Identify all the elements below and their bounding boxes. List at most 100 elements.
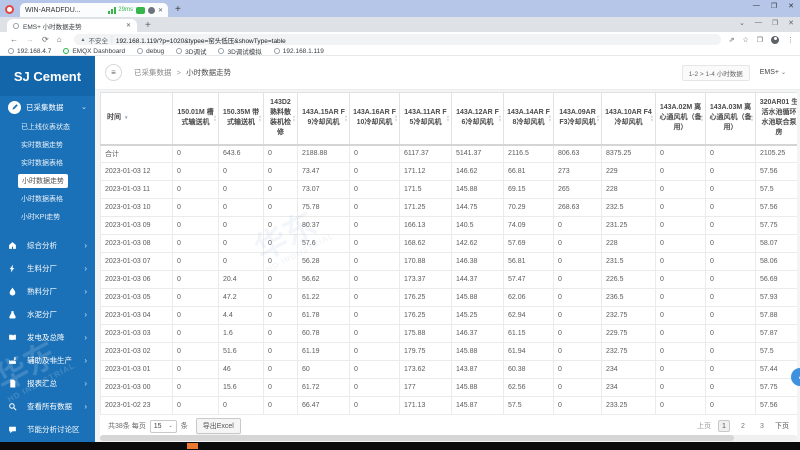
forward-icon[interactable] xyxy=(26,35,34,44)
browser-minimize-icon[interactable] xyxy=(755,19,762,27)
share-icon[interactable] xyxy=(729,36,735,44)
app-select-dropdown[interactable]: EMS+ xyxy=(760,69,786,76)
bookmark-item[interactable]: EMQX Dashboard xyxy=(63,48,125,55)
breadcrumb-parent[interactable]: 已采集数据 xyxy=(134,68,172,77)
sidebar-subitem-小时数据走势[interactable]: 小时数据走势 xyxy=(0,172,95,190)
tab-close-icon[interactable] xyxy=(126,22,131,29)
column-header[interactable]: 143A.09AR F3冷却风机 xyxy=(553,92,602,146)
sidebar-item-查看所有数据[interactable]: 查看所有数据 › xyxy=(0,395,95,418)
table-row[interactable]: 2023-01-03 11 0 0 0 73.07 0 171.5 145.88 69.15 26… xyxy=(100,180,797,199)
sidebar-item-节能分析讨论区[interactable]: 节能分析讨论区 xyxy=(0,418,95,441)
sidebar-subitem-实时数据走势[interactable]: 实时数据走势 xyxy=(0,136,95,154)
new-session-button[interactable]: + xyxy=(175,4,181,15)
sidebar-subitem-已上线仪表状态[interactable]: 已上线仪表状态 xyxy=(0,118,95,136)
sidebar-subitem-小时数据表格[interactable]: 小时数据表格 xyxy=(0,190,95,208)
table-row[interactable]: 2023-01-03 00 0 15.6 0 61.72 0 177 145.88 62.56 0… xyxy=(100,378,797,397)
os-taskbar[interactable] xyxy=(0,442,800,450)
column-header[interactable]: 150.01M 槽式输送机 xyxy=(172,92,219,146)
bookmark-item[interactable]: 3D调试模拟 xyxy=(218,46,262,56)
bookmark-item[interactable]: 3D调试 xyxy=(176,46,206,56)
window-minimize-icon[interactable] xyxy=(753,2,760,10)
column-header[interactable]: 143A.15AR F9冷却风机 xyxy=(297,92,350,146)
sort-icon[interactable] xyxy=(344,115,348,122)
browser-tab[interactable]: EMS+ 小时数据走势 xyxy=(7,19,137,32)
bookmark-item[interactable]: 192.168.4.7 xyxy=(8,48,51,55)
side-panel-icon[interactable] xyxy=(757,36,763,44)
table-row[interactable]: 2023-01-03 08 0 0 0 57.6 0 168.62 142.62 57.69 0 2… xyxy=(100,234,797,253)
table-row[interactable]: 2023-01-03 09 0 0 0 80.37 0 166.13 140.5 74.09 0 2… xyxy=(100,216,797,235)
page-size-select[interactable]: 15 xyxy=(149,419,177,433)
sidebar-item-综合分析[interactable]: 综合分析 › xyxy=(0,234,95,257)
table-row[interactable]: 2023-01-03 01 0 46 0 60 0 173.62 143.87 60.38 0 23… xyxy=(100,360,797,379)
sidebar-item-发电及总降[interactable]: 发电及总降 › xyxy=(0,326,95,349)
pagination-page-3[interactable]: 3 xyxy=(756,420,768,432)
table-row[interactable]: 2023-01-03 03 0 1.6 0 60.78 0 175.88 146.37 61.1… xyxy=(100,324,797,343)
sort-icon[interactable] xyxy=(650,115,654,122)
taskbar-app-icon[interactable] xyxy=(187,443,198,449)
sort-icon[interactable] xyxy=(446,115,450,122)
column-header[interactable]: 143A.10AR F4冷却风机 xyxy=(601,92,656,146)
pagination-page-2[interactable]: 2 xyxy=(737,420,749,432)
sidebar-item-collected-data[interactable]: 已采集数据 xyxy=(0,96,95,118)
column-header[interactable]: 143A.02M 离心通风机（备用） xyxy=(655,92,706,146)
table-row[interactable]: 2023-01-03 04 0 4.4 0 61.78 0 176.25 145.25 62.9… xyxy=(100,306,797,325)
sort-icon[interactable] xyxy=(292,115,296,122)
horizontal-scrollbar[interactable] xyxy=(100,435,797,441)
profile-avatar[interactable] xyxy=(771,35,779,44)
sidebar-item-水泥分厂[interactable]: 水泥分厂 › xyxy=(0,303,95,326)
address-bar[interactable]: 不安全 | 192.168.1.119/?p=1020&typee=窑头低压&s… xyxy=(73,34,721,45)
bookmark-item[interactable]: debug xyxy=(137,48,164,55)
home-icon[interactable] xyxy=(57,35,62,44)
column-header[interactable]: 143D2 熟料散装机检修 xyxy=(263,92,298,146)
sort-icon[interactable] xyxy=(596,115,600,122)
window-close-icon[interactable] xyxy=(788,2,794,10)
pagination-next-button[interactable]: 下页 xyxy=(775,421,789,431)
pagination-page-1[interactable]: 1 xyxy=(718,420,730,432)
remote-session-tab[interactable]: WIN-ARADFDU... 29ms xyxy=(20,3,168,17)
reload-icon[interactable] xyxy=(42,35,49,44)
column-header[interactable]: 143A.14AR F8冷却风机 xyxy=(503,92,554,146)
sidebar-item-报表汇总[interactable]: 报表汇总 › xyxy=(0,372,95,395)
column-header[interactable]: 150.35M 带式输送机 xyxy=(218,92,264,146)
sort-icon[interactable] xyxy=(213,115,217,122)
back-icon[interactable] xyxy=(10,35,18,44)
sidebar-subitem-实时数据表格[interactable]: 实时数据表格 xyxy=(0,154,95,172)
sort-icon[interactable] xyxy=(498,115,502,122)
sort-icon[interactable] xyxy=(258,115,262,122)
bookmark-star-icon[interactable] xyxy=(742,36,748,44)
sort-icon[interactable] xyxy=(548,115,552,122)
browser-maximize-icon[interactable] xyxy=(772,19,778,27)
browser-close-icon[interactable] xyxy=(788,19,794,27)
new-tab-button[interactable]: + xyxy=(145,20,151,31)
sidebar-item-熟料分厂[interactable]: 熟料分厂 › xyxy=(0,280,95,303)
sidebar-subitem-小时KPI走势[interactable]: 小时KPI走势 xyxy=(0,208,95,226)
close-session-icon[interactable] xyxy=(158,7,163,14)
column-header[interactable]: 143A.12AR F6冷却风机 xyxy=(451,92,504,146)
browser-menu-icon[interactable] xyxy=(787,36,794,44)
column-header[interactable]: 143A.03M 离心通风机（备用） xyxy=(705,92,756,146)
pagination-prev-button[interactable]: 上页 xyxy=(697,421,711,431)
sort-icon[interactable] xyxy=(750,115,754,122)
table-row[interactable]: 2023-01-03 05 0 47.2 0 61.22 0 176.25 145.88 62.… xyxy=(100,288,797,307)
scrollbar-thumb[interactable] xyxy=(100,435,735,441)
export-excel-button[interactable]: 导出Excel xyxy=(195,418,241,434)
table-row[interactable]: 2023-01-03 06 0 20.4 0 56.62 0 173.37 144.37 57.… xyxy=(100,270,797,289)
column-header[interactable]: 143A.11AR F5冷却风机 xyxy=(399,92,452,146)
table-row[interactable]: 2023-01-03 02 0 51.6 0 61.19 0 179.75 145.88 61.… xyxy=(100,342,797,361)
column-header-time[interactable]: 时间 xyxy=(100,92,173,146)
table-row[interactable]: 2023-01-03 10 0 0 0 75.78 0 171.25 144.75 70.29 2… xyxy=(100,198,797,217)
tab-search-icon[interactable] xyxy=(739,19,745,27)
table-row[interactable]: 合计 0 643.6 0 2188.88 0 6117.37 5141.37 2116.5 806… xyxy=(100,144,797,163)
sort-icon[interactable] xyxy=(394,115,398,122)
sort-icon[interactable] xyxy=(700,115,704,122)
column-header[interactable]: 143A.16AR F10冷却风机 xyxy=(349,92,400,146)
table-row[interactable]: 2023-01-02 23 0 0 0 66.47 0 171.13 145.87 57.5 0 2… xyxy=(100,396,797,415)
table-row[interactable]: 2023-01-03 07 0 0 0 56.28 0 170.88 146.38 56.81 0… xyxy=(100,252,797,271)
sidebar-item-辅助及非生产[interactable]: 辅助及非生产 › xyxy=(0,349,95,372)
column-header[interactable]: 320AR01 生活水池循环水池联合泵房 xyxy=(755,92,797,146)
sidebar-item-生料分厂[interactable]: 生料分厂 › xyxy=(0,257,95,280)
table-row[interactable]: 2023-01-03 12 0 0 0 73.47 0 171.12 146.62 66.81 2… xyxy=(100,162,797,181)
sidebar-toggle-button[interactable] xyxy=(105,64,122,81)
window-restore-icon[interactable] xyxy=(771,2,777,10)
bookmark-item[interactable]: 192.168.1.119 xyxy=(273,48,324,55)
